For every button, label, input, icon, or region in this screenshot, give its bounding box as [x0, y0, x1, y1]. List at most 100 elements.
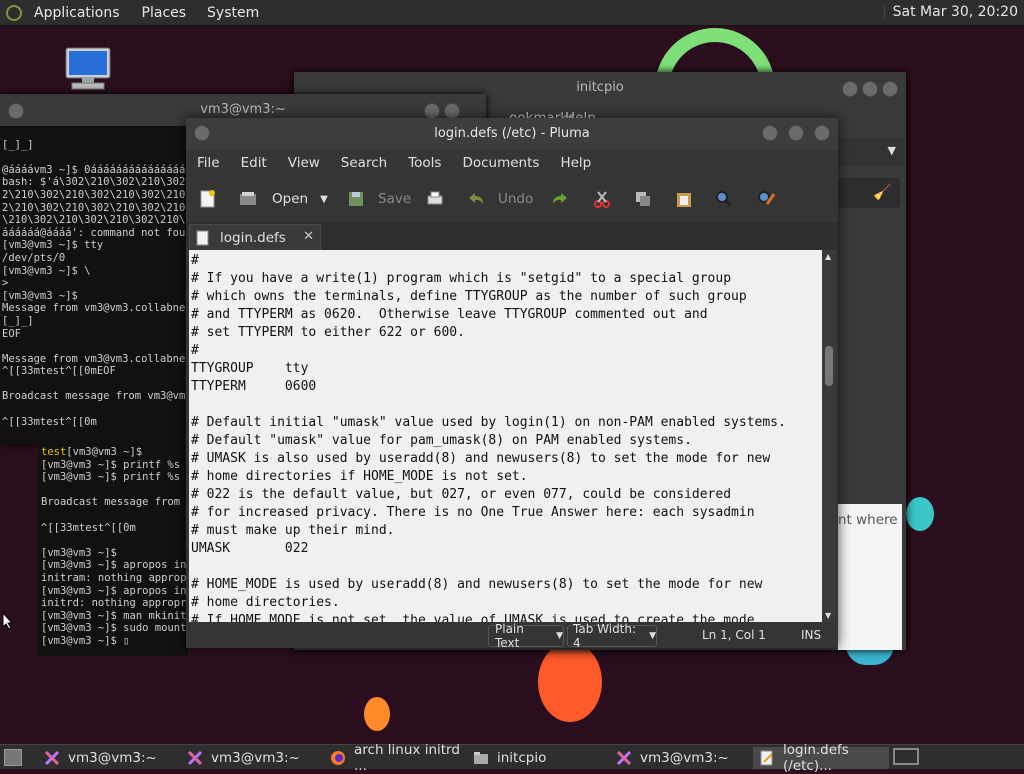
editor-line: #: [191, 343, 199, 358]
terminal-line: test[vm3@vm3 ~]$: [41, 446, 143, 458]
scroll-up-arrow-icon[interactable]: ▲: [825, 252, 831, 261]
open-button[interactable]: Open ▼: [238, 176, 328, 222]
search-icon: [716, 191, 733, 208]
folder-icon: [473, 750, 489, 766]
tab-login-defs[interactable]: login.defs ✕: [189, 224, 321, 250]
print-button[interactable]: [425, 176, 445, 222]
minimize-button[interactable]: [762, 125, 778, 141]
menu-search[interactable]: Search: [341, 155, 387, 171]
taskbar-item[interactable]: vm3@vm3:~: [610, 747, 748, 769]
toolbar: Open ▼ Save Undo: [186, 176, 838, 222]
editor-line: # If you have a write(1) program which i…: [191, 271, 732, 286]
menu-help[interactable]: Help: [560, 155, 591, 171]
minimize-button[interactable]: [842, 81, 858, 97]
maximize-button[interactable]: [788, 125, 804, 141]
editor-line: # home directories.: [191, 595, 340, 610]
tab-width-selector[interactable]: Tab Width: 4 ▼: [567, 622, 657, 650]
view-dropdown[interactable]: ▼: [838, 138, 904, 166]
open-folder-icon: [240, 192, 256, 205]
location-bar[interactable]: 🧹: [838, 178, 900, 208]
chevron-down-icon: ▼: [649, 631, 656, 641]
redo-icon: [553, 193, 567, 204]
text-editor-icon: [759, 750, 775, 766]
terminal-line: [vm3@vm3 ~]$: [41, 546, 117, 559]
text-editor[interactable]: # # If you have a write(1) program which …: [189, 250, 822, 624]
firefox-icon: [330, 750, 346, 766]
language-label: Plain Text: [495, 622, 524, 650]
clear-broom-icon[interactable]: 🧹: [873, 183, 892, 201]
editor-line: TTYGROUP tty: [191, 361, 309, 376]
workspace-switcher-icon[interactable]: [893, 748, 919, 765]
menu-documents[interactable]: Documents: [462, 155, 539, 171]
editor-line: # must make up their mind.: [191, 523, 395, 538]
distro-logo-icon[interactable]: [6, 4, 22, 21]
chevron-down-icon[interactable]: ▼: [320, 194, 328, 205]
terminal-line: [vm3@vm3 ~]$ sudo mount: [41, 622, 187, 635]
close-button[interactable]: [444, 103, 460, 119]
copy-icon: [636, 192, 650, 206]
paste-icon: [677, 193, 691, 207]
menu-file[interactable]: File: [197, 155, 220, 171]
undo-label: Undo: [498, 191, 534, 207]
computer-icon[interactable]: [64, 46, 112, 92]
status-bar: Plain Text ▼ Tab Width: 4 ▼ Ln 1, Col 1 …: [186, 622, 838, 650]
taskbar-item[interactable]: arch linux initrd ...: [324, 742, 462, 774]
minimize-button[interactable]: [8, 103, 24, 119]
save-button[interactable]: Save: [346, 176, 411, 222]
replace-button[interactable]: [756, 176, 776, 222]
terminal-icon: [44, 750, 60, 766]
taskbar-item[interactable]: login.defs (/etc)...: [753, 742, 889, 774]
maximize-button[interactable]: [424, 103, 440, 119]
terminal-line: [vm3@vm3 ~]$ man mkinitc: [41, 609, 188, 622]
pluma-titlebar[interactable]: login.defs (/etc) - Pluma: [186, 118, 838, 150]
scroll-down-arrow-icon[interactable]: ▼: [825, 611, 831, 620]
maximize-button[interactable]: [862, 81, 878, 97]
copy-button[interactable]: [633, 176, 653, 222]
editor-scrollbar[interactable]: ▲ ▼: [822, 250, 836, 622]
system-menu[interactable]: System: [207, 5, 259, 21]
menu-button[interactable]: [194, 125, 210, 141]
menu-edit[interactable]: Edit: [241, 155, 267, 171]
menu-tools[interactable]: Tools: [408, 155, 441, 171]
scrollbar-thumb[interactable]: [825, 346, 833, 386]
content-text-fragment: nt where: [838, 512, 898, 528]
applications-menu[interactable]: Applications: [34, 5, 120, 21]
taskbar-item-label: vm3@vm3:~: [68, 750, 157, 766]
editor-line: # for increased privacy. There is no One…: [191, 505, 755, 520]
paste-button[interactable]: [674, 176, 694, 222]
menu-view[interactable]: View: [288, 155, 320, 171]
undo-icon: [469, 193, 483, 204]
undo-button[interactable]: Undo: [466, 176, 533, 222]
cut-button[interactable]: [592, 176, 612, 222]
pluma-window[interactable]: login.defs (/etc) - Pluma File Edit View…: [186, 118, 838, 650]
find-button[interactable]: [714, 176, 734, 222]
taskbar-item-label: initcpio: [497, 750, 547, 766]
wallpaper-small-orange-blob: [364, 697, 390, 731]
initcpio-title: initcpio: [576, 80, 624, 95]
places-menu[interactable]: Places: [142, 5, 187, 21]
terminal-window-front[interactable]: test[vm3@vm3 ~]$ [vm3@vm3 ~]$ printf %s "…: [38, 436, 188, 656]
chevron-down-icon: ▼: [887, 144, 896, 157]
taskbar-item[interactable]: vm3@vm3:~: [38, 747, 176, 769]
highlighted-text: test: [41, 446, 67, 458]
print-icon: [427, 191, 443, 205]
taskbar-item[interactable]: initcpio: [467, 747, 605, 769]
editor-line: #: [191, 253, 199, 268]
clock[interactable]: Sat Mar 30, 20:20: [883, 4, 1018, 20]
terminal-output[interactable]: test[vm3@vm3 ~]$ [vm3@vm3 ~]$ printf %s "…: [41, 446, 188, 656]
cursor-position: Ln 1, Col 1: [702, 628, 766, 642]
close-tab-icon[interactable]: ✕: [303, 229, 314, 244]
new-button[interactable]: [198, 176, 218, 222]
close-button[interactable]: [814, 125, 830, 141]
taskbar-item-label: vm3@vm3:~: [640, 750, 729, 766]
show-desktop-icon[interactable]: [4, 749, 22, 766]
close-button[interactable]: [882, 81, 898, 97]
taskbar-item[interactable]: vm3@vm3:~: [181, 747, 319, 769]
language-selector[interactable]: Plain Text ▼: [488, 622, 564, 650]
redo-button[interactable]: [550, 176, 570, 222]
terminal-line: [vm3@vm3 ~]$ apropos ini: [41, 559, 188, 572]
